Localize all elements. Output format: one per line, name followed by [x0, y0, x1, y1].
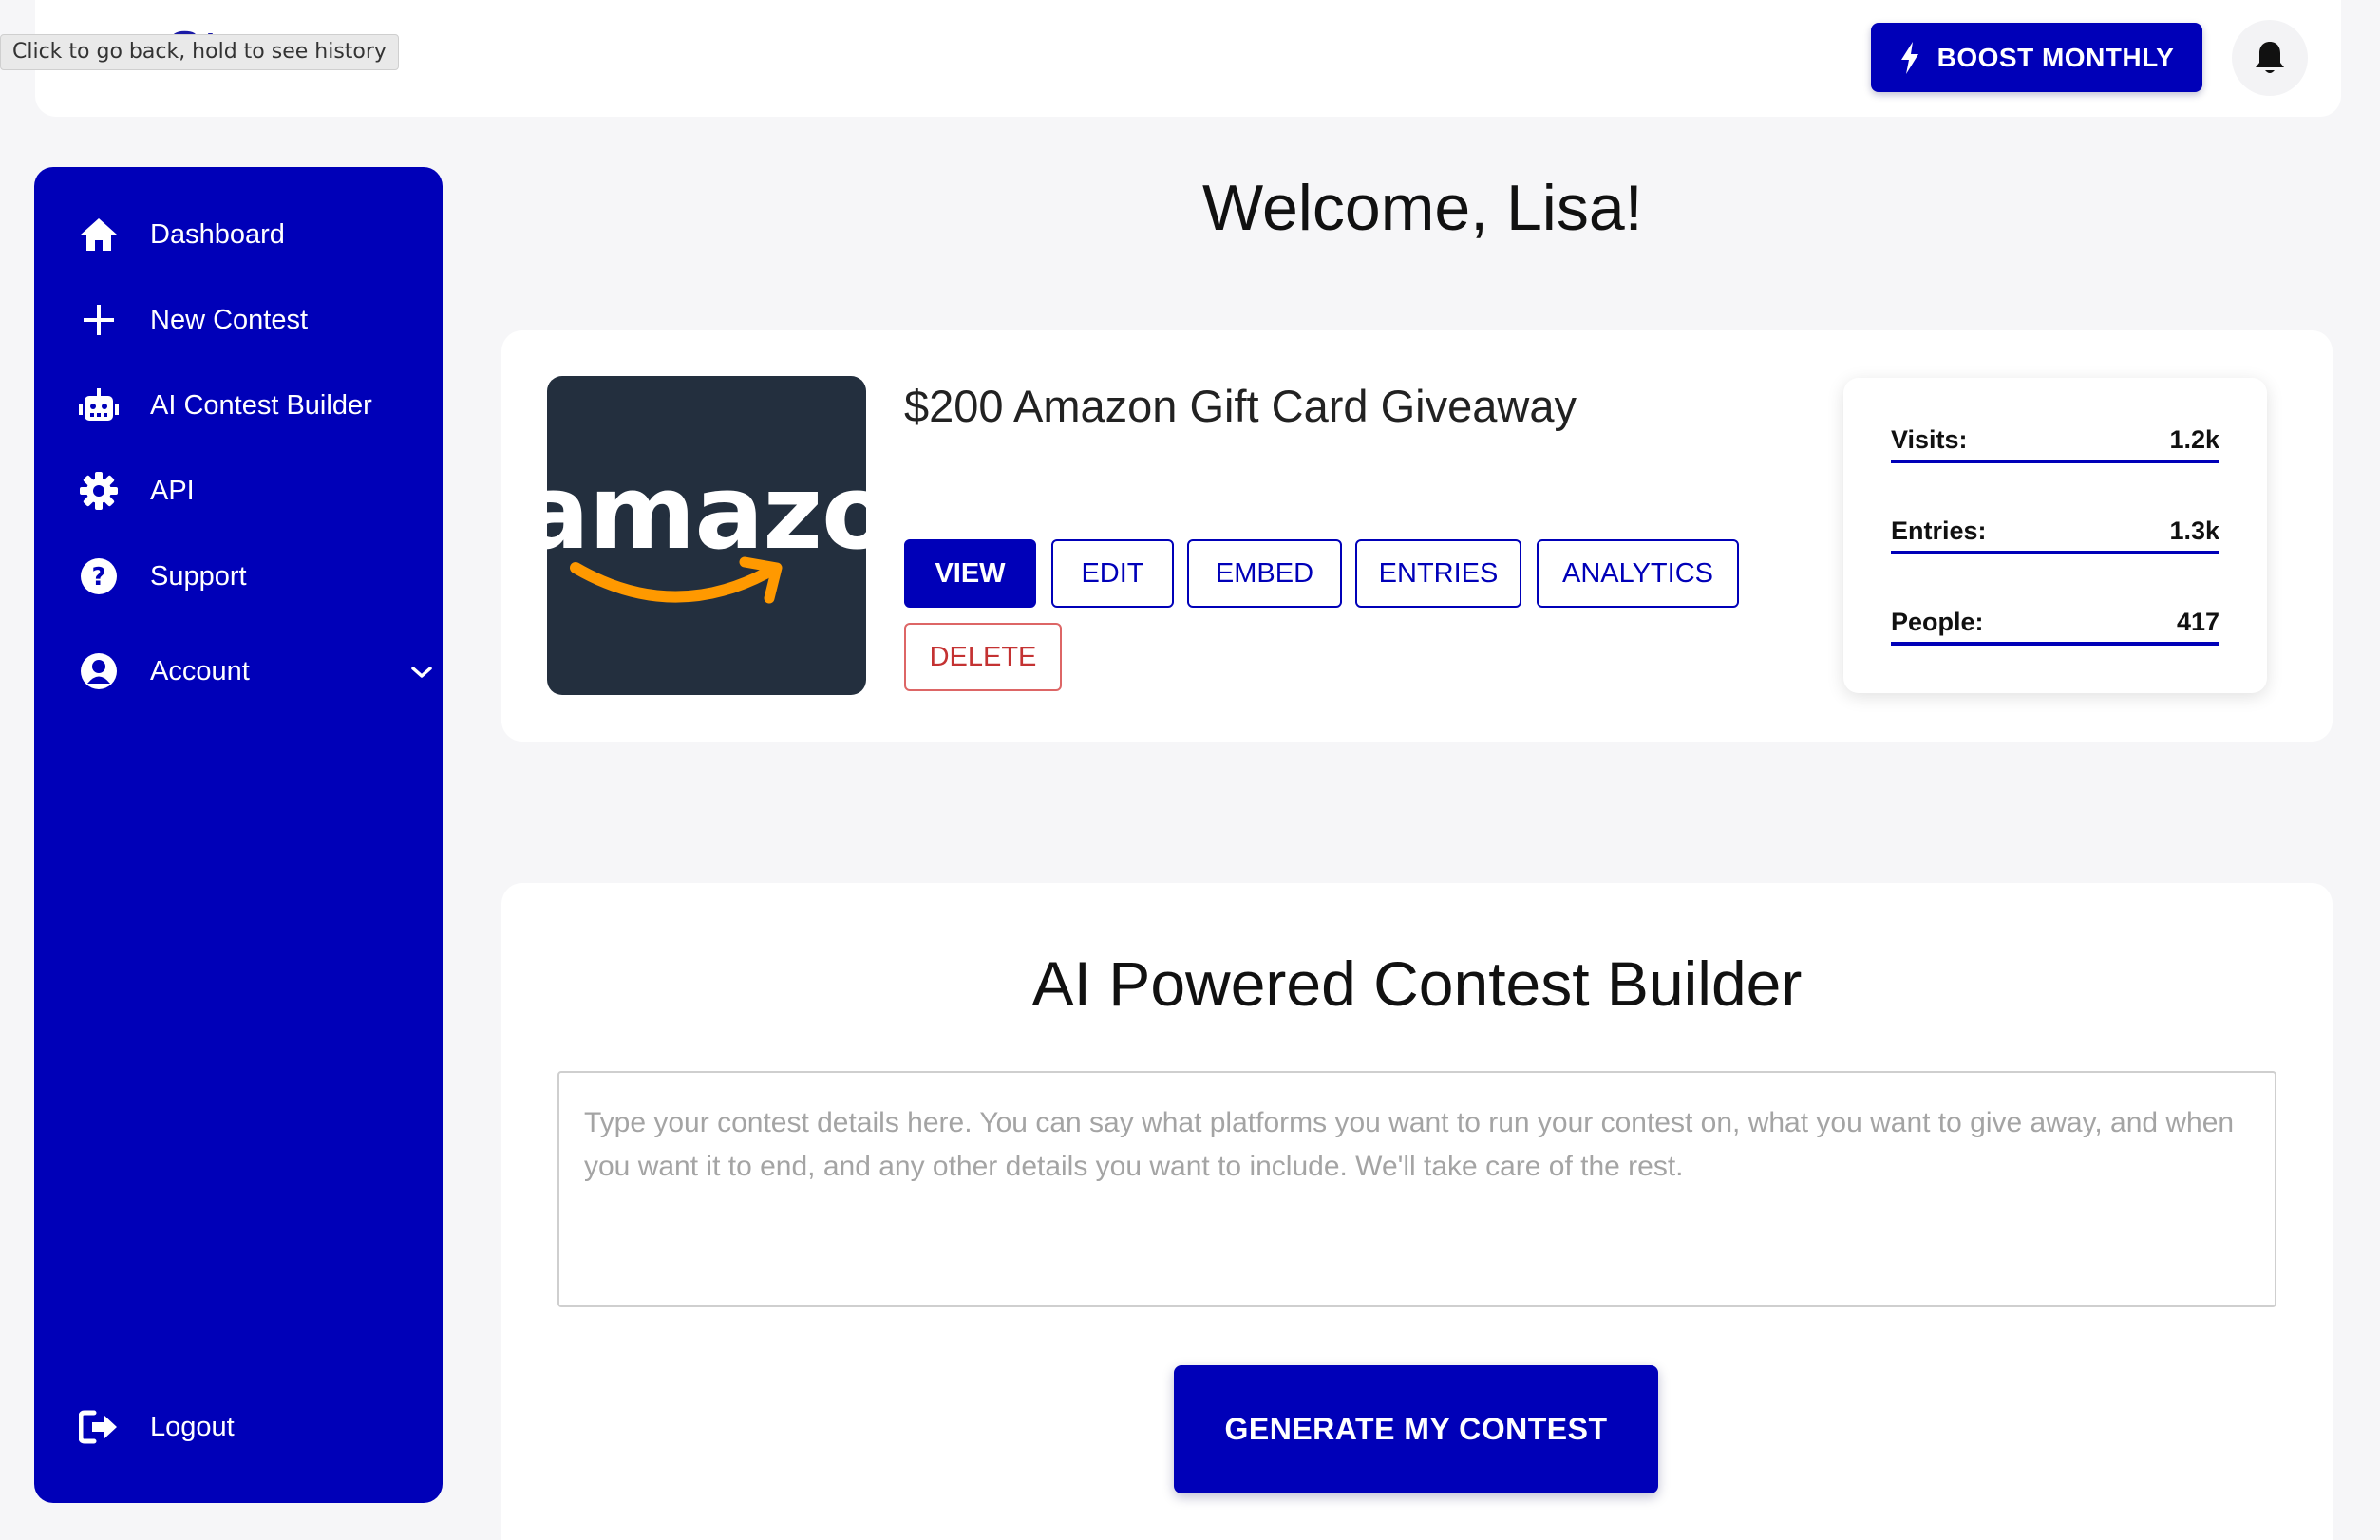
boost-monthly-label: BOOST MONTHLY: [1936, 42, 2175, 72]
stat-label: Entries:: [1891, 516, 1987, 545]
stat-people: People: 417: [1891, 602, 2219, 646]
bell-icon: [2256, 42, 2284, 73]
sidebar-item-account[interactable]: Account: [78, 648, 432, 695]
analytics-button[interactable]: ANALYTICS: [1537, 539, 1739, 608]
logout-button[interactable]: Logout: [78, 1403, 235, 1451]
contest-title[interactable]: $200 Amazon Gift Card Giveaway: [904, 380, 1577, 432]
stat-visits: Visits: 1.2k: [1891, 420, 2219, 463]
logout-icon: [78, 1406, 120, 1448]
svg-text:?: ?: [91, 563, 105, 592]
contest-card: amazon $200 Amazon Gift Card Giveaway VI…: [501, 330, 2333, 742]
sidebar-item-new-contest[interactable]: New Contest: [78, 296, 308, 344]
sidebar-item-label: Dashboard: [150, 218, 285, 250]
generate-contest-button[interactable]: GENERATE MY CONTEST: [1174, 1365, 1658, 1493]
sidebar-item-label: Account: [150, 655, 250, 686]
contest-details-input[interactable]: [557, 1071, 2276, 1307]
stat-label: People:: [1891, 607, 1984, 636]
edit-button[interactable]: EDIT: [1051, 539, 1174, 608]
contest-image[interactable]: amazon: [547, 376, 866, 695]
user-circle-icon: [78, 650, 120, 692]
embed-button[interactable]: EMBED: [1187, 539, 1342, 608]
boost-monthly-button[interactable]: BOOST MONTHLY: [1871, 23, 2202, 92]
contest-stats-panel: Visits: 1.2k Entries: 1.3k People: 417: [1843, 378, 2267, 693]
plus-icon: [78, 299, 120, 341]
notifications-button[interactable]: [2232, 20, 2308, 96]
sidebar-item-label: New Contest: [150, 304, 309, 335]
entries-button[interactable]: ENTRIES: [1355, 539, 1521, 608]
sidebar-item-api[interactable]: API: [78, 467, 195, 515]
sidebar-item-support[interactable]: ? Support: [78, 553, 247, 600]
stat-value: 1.2k: [2169, 424, 2219, 454]
amazon-smile-icon: [570, 556, 783, 604]
sidebar-item-dashboard[interactable]: Dashboard: [78, 211, 285, 258]
sidebar: Dashboard New Contest AI Contest Builder…: [34, 167, 443, 1503]
gear-icon: [78, 470, 120, 512]
stat-label: Visits:: [1891, 424, 1968, 454]
lightning-bolt-icon: [1900, 41, 1918, 74]
ai-contest-builder-panel: AI Powered Contest Builder GENERATE MY C…: [501, 883, 2333, 1540]
delete-button[interactable]: DELETE: [904, 623, 1062, 691]
robot-icon: [78, 385, 120, 426]
builder-title: AI Powered Contest Builder: [1031, 948, 1803, 1019]
view-button[interactable]: VIEW: [904, 539, 1036, 608]
sidebar-item-label: API: [150, 475, 195, 506]
stat-entries: Entries: 1.3k: [1891, 511, 2219, 554]
stat-value: 417: [2176, 607, 2219, 636]
home-icon: [78, 214, 120, 255]
question-circle-icon: ?: [78, 555, 120, 597]
amazon-logo-text: amazon: [547, 454, 866, 573]
logout-label: Logout: [150, 1411, 235, 1442]
sidebar-item-label: Support: [150, 560, 247, 592]
page-title: Welcome, Lisa!: [1202, 172, 1643, 244]
chevron-down-icon[interactable]: [410, 656, 433, 687]
stat-value: 1.3k: [2169, 516, 2219, 545]
sidebar-item-label: AI Contest Builder: [150, 389, 372, 421]
back-button-tooltip: Click to go back, hold to see history: [0, 34, 399, 70]
sidebar-item-ai-contest-builder[interactable]: AI Contest Builder: [78, 382, 372, 429]
